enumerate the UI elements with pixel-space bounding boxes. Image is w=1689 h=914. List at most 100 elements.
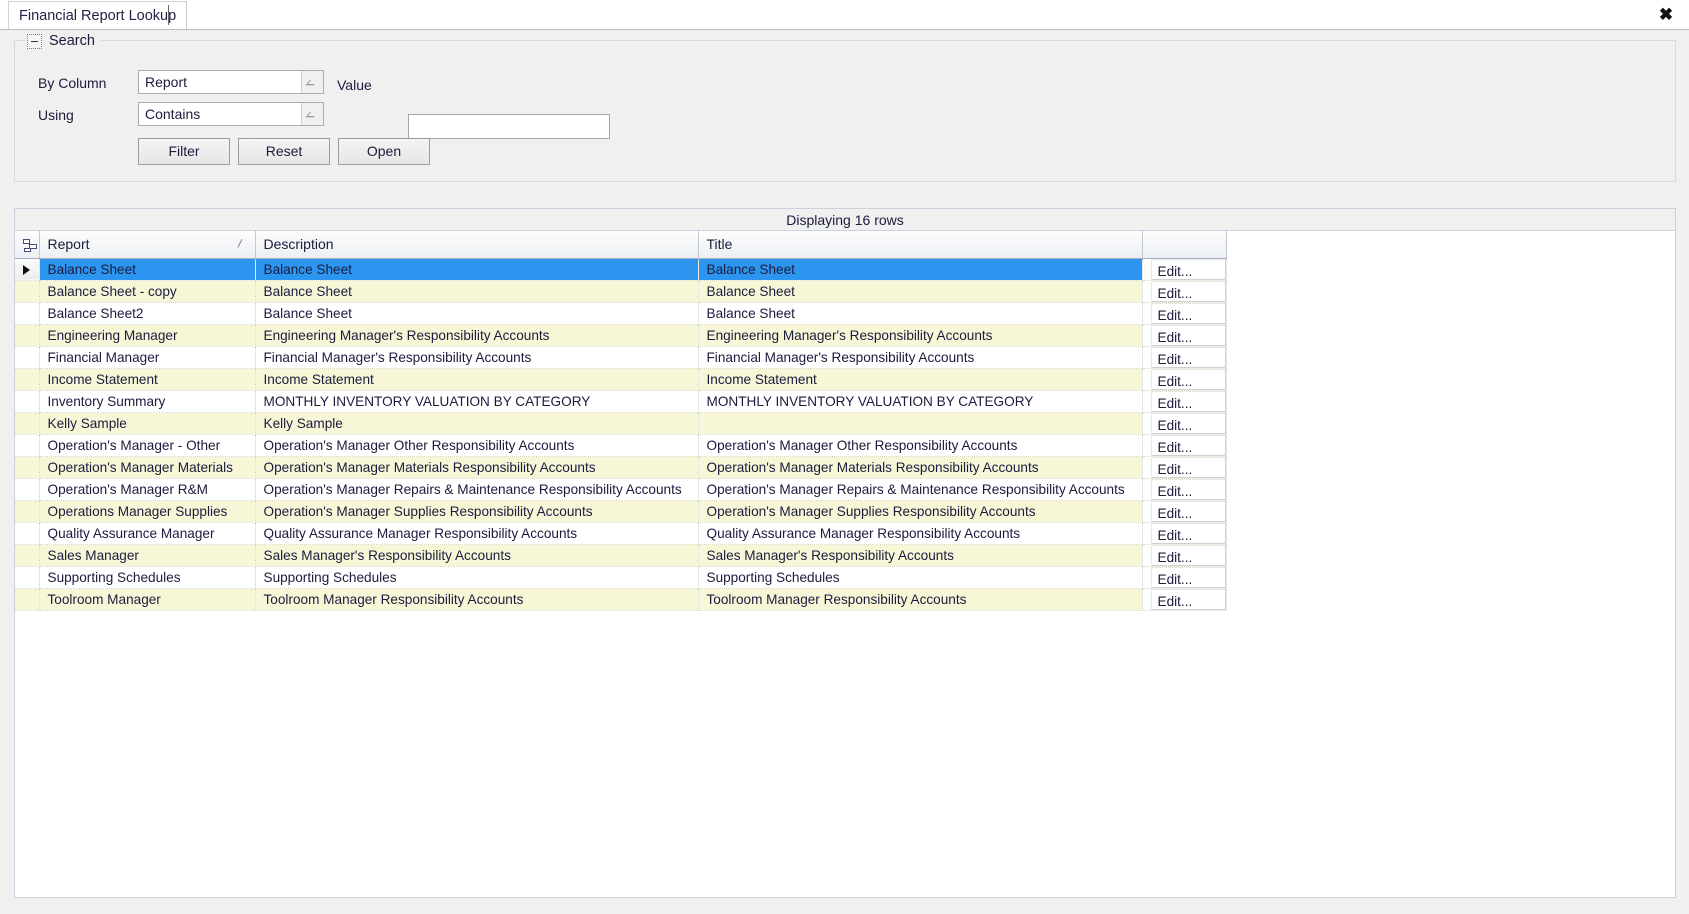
edit-button[interactable]: Edit... [1150,368,1225,389]
row-selector-cell[interactable] [15,522,40,545]
cell-report[interactable]: Supporting Schedules [39,566,256,589]
cell-title[interactable]: Operation's Manager Repairs & Maintenanc… [698,478,1143,501]
row-selector-cell[interactable] [15,280,40,303]
row-selector-cell[interactable] [15,500,40,523]
column-header-title[interactable]: Title [698,231,1143,259]
table-row[interactable]: Supporting Schedules Supporting Schedules… [15,566,1227,589]
column-header-description[interactable]: Description [255,231,699,259]
reset-button[interactable]: Reset [238,138,330,165]
cell-report[interactable]: Balance Sheet [39,258,256,281]
cell-title[interactable]: Income Statement [698,368,1143,391]
table-row[interactable]: Operation's Manager R&M Operation's Manag… [15,478,1227,501]
cell-description[interactable]: Financial Manager's Responsibility Accou… [255,346,699,369]
row-selector-cell[interactable] [15,390,40,413]
cell-report[interactable]: Inventory Summary [39,390,256,413]
cell-report[interactable]: Quality Assurance Manager [39,522,256,545]
edit-button[interactable]: Edit... [1150,390,1225,411]
using-select[interactable]: Contains [138,102,324,126]
edit-button[interactable]: Edit... [1150,544,1225,565]
cell-title[interactable]: MONTHLY INVENTORY VALUATION BY CATEGORY [698,390,1143,413]
row-selector-cell[interactable] [15,478,40,501]
cell-title[interactable]: Balance Sheet [698,280,1143,303]
edit-button[interactable]: Edit... [1150,478,1225,499]
row-selector-cell[interactable] [15,434,40,457]
cell-description[interactable]: Income Statement [255,368,699,391]
edit-button[interactable]: Edit... [1150,434,1225,455]
cell-edit[interactable]: Edit... [1142,566,1227,589]
cell-report[interactable]: Financial Manager [39,346,256,369]
close-icon[interactable]: ✖ [1653,3,1679,27]
by-column-select[interactable]: Report [138,70,324,94]
row-selector-cell[interactable] [15,302,40,325]
edit-button[interactable]: Edit... [1150,346,1225,367]
cell-edit[interactable]: Edit... [1142,522,1227,545]
row-selector-cell[interactable] [15,258,40,281]
edit-button[interactable]: Edit... [1150,258,1225,279]
column-header-report[interactable]: Report / [39,231,256,259]
cell-edit[interactable]: Edit... [1142,368,1227,391]
column-header-edit[interactable] [1142,231,1227,259]
cell-description[interactable]: Operation's Manager Supplies Responsibil… [255,500,699,523]
cell-report[interactable]: Engineering Manager [39,324,256,347]
table-row[interactable]: Balance Sheet Balance Sheet Balance Sheet E… [15,258,1227,281]
edit-button[interactable]: Edit... [1150,456,1225,477]
table-row[interactable]: Income Statement Income Statement Income S… [15,368,1227,391]
table-row[interactable]: Financial Manager Financial Manager's Res… [15,346,1227,369]
row-selector-cell[interactable] [15,456,40,479]
search-value-input[interactable] [408,114,610,139]
table-row[interactable]: Operation's Manager - Other Operation's M… [15,434,1227,457]
cell-description[interactable]: Sales Manager's Responsibility Accounts [255,544,699,567]
cell-description[interactable]: Operation's Manager Repairs & Maintenanc… [255,478,699,501]
cell-description[interactable]: MONTHLY INVENTORY VALUATION BY CATEGORY [255,390,699,413]
row-selector-cell[interactable] [15,544,40,567]
table-row[interactable]: Quality Assurance Manager Quality Assuran… [15,522,1227,545]
cell-report[interactable]: Operations Manager Supplies [39,500,256,523]
cell-report[interactable]: Balance Sheet2 [39,302,256,325]
edit-button[interactable]: Edit... [1150,500,1225,521]
row-selector-cell[interactable] [15,588,40,611]
cell-description[interactable]: Balance Sheet [255,280,699,303]
cell-title[interactable]: Balance Sheet [698,258,1143,281]
edit-button[interactable]: Edit... [1150,302,1225,323]
table-row[interactable]: Operation's Manager Materials Operation's… [15,456,1227,479]
cell-report[interactable]: Balance Sheet - copy [39,280,256,303]
row-selector-cell[interactable] [15,324,40,347]
cell-report[interactable]: Operation's Manager R&M [39,478,256,501]
edit-button[interactable]: Edit... [1150,412,1225,433]
row-selector-cell[interactable] [15,412,40,435]
row-selector-cell[interactable] [15,566,40,589]
cell-description[interactable]: Operation's Manager Materials Responsibi… [255,456,699,479]
table-row[interactable]: Toolroom Manager Toolroom Manager Respons… [15,588,1227,611]
filter-button[interactable]: Filter [138,138,230,165]
cell-edit[interactable]: Edit... [1142,456,1227,479]
cell-title[interactable]: Operation's Manager Materials Responsibi… [698,456,1143,479]
cell-edit[interactable]: Edit... [1142,390,1227,413]
edit-button[interactable]: Edit... [1150,324,1225,345]
cell-description[interactable]: Kelly Sample [255,412,699,435]
cell-title[interactable]: Engineering Manager's Responsibility Acc… [698,324,1143,347]
table-row[interactable]: Engineering Manager Engineering Manager's… [15,324,1227,347]
edit-button[interactable]: Edit... [1150,280,1225,301]
cell-description[interactable]: Engineering Manager's Responsibility Acc… [255,324,699,347]
collapse-box-icon[interactable] [27,33,42,49]
cell-edit[interactable]: Edit... [1142,302,1227,325]
cell-title[interactable]: Balance Sheet [698,302,1143,325]
table-row[interactable]: Balance Sheet - copy Balance Sheet Balance… [15,280,1227,303]
cell-edit[interactable]: Edit... [1142,478,1227,501]
cell-edit[interactable]: Edit... [1142,500,1227,523]
row-selector-cell[interactable] [15,368,40,391]
table-row[interactable]: Inventory Summary MONTHLY INVENTORY VALUA… [15,390,1227,413]
cell-description[interactable]: Balance Sheet [255,302,699,325]
cell-edit[interactable]: Edit... [1142,588,1227,611]
table-row[interactable]: Kelly Sample Kelly Sample Edit... [15,412,1227,435]
cell-description[interactable]: Supporting Schedules [255,566,699,589]
cell-title[interactable]: Toolroom Manager Responsibility Accounts [698,588,1143,611]
tab-financial-report-lookup[interactable]: Financial Report Lookup [8,1,188,29]
row-selector-cell[interactable] [15,346,40,369]
cell-edit[interactable]: Edit... [1142,280,1227,303]
cell-edit[interactable]: Edit... [1142,258,1227,281]
cell-title[interactable]: Quality Assurance Manager Responsibility… [698,522,1143,545]
table-row[interactable]: Sales Manager Sales Manager's Responsibil… [15,544,1227,567]
cell-report[interactable]: Toolroom Manager [39,588,256,611]
cell-title[interactable]: Operation's Manager Supplies Responsibil… [698,500,1143,523]
